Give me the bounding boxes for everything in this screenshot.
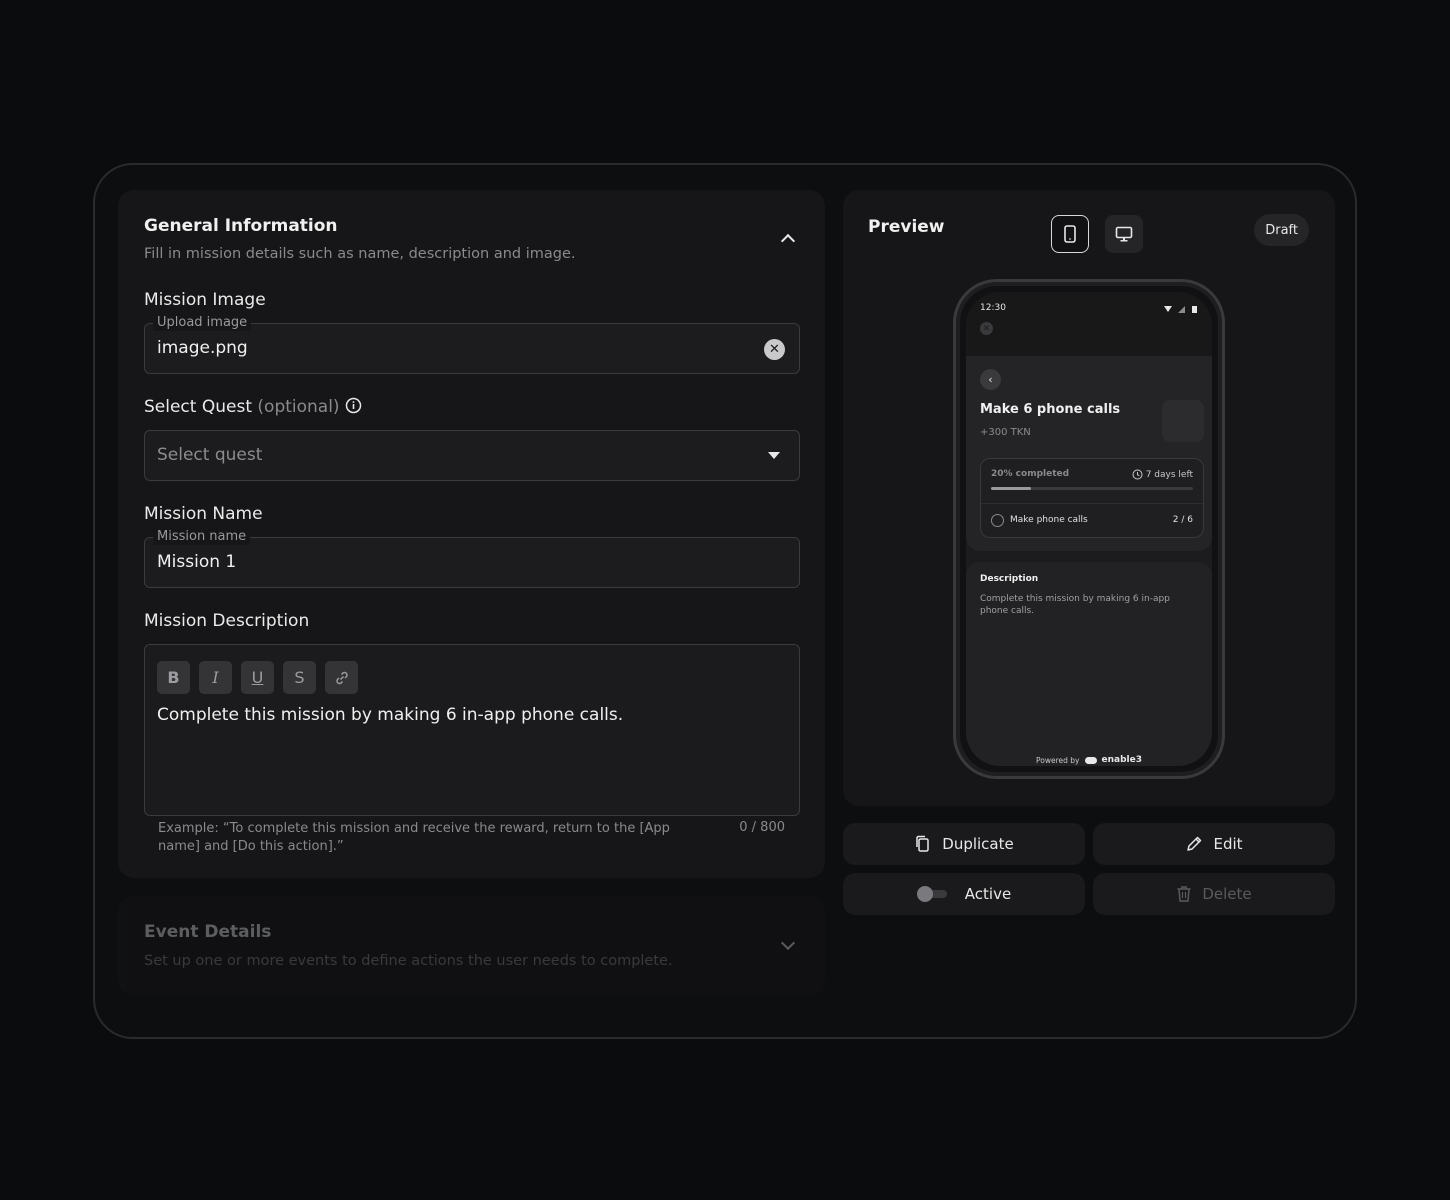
task-checkbox[interactable] (991, 514, 1004, 527)
event-details-title: Event Details (144, 922, 272, 942)
phone-mission-title: Make 6 phone calls (980, 402, 1121, 417)
phone-status-bar: 12:30 ✕ (966, 292, 1212, 356)
mission-thumbnail (1162, 400, 1204, 442)
bold-button[interactable]: B (157, 661, 190, 694)
section-subtitle: Fill in mission details such as name, de… (144, 246, 576, 262)
edit-label: Edit (1213, 835, 1243, 853)
description-editor[interactable]: B I U S Complete this mission by making … (144, 644, 800, 816)
duplicate-button[interactable]: Duplicate (843, 823, 1085, 865)
chevron-down-icon[interactable] (780, 935, 796, 951)
progress-label: 20% completed (991, 469, 1070, 479)
upload-image-value: image.png (157, 338, 248, 358)
pencil-icon (1187, 836, 1202, 851)
link-button[interactable] (325, 661, 358, 694)
delete-button[interactable]: Delete (1093, 873, 1335, 915)
active-toggle-button[interactable]: Active (843, 873, 1085, 915)
select-quest-label: Select Quest (optional) (144, 397, 362, 417)
close-icon[interactable]: ✕ (980, 322, 993, 335)
status-badge: Draft (1254, 214, 1309, 246)
brand-logo-icon (1084, 756, 1097, 764)
preview-panel: Preview Draft 12:30 ✕ ‹ Make 6 phone cal… (843, 190, 1335, 806)
mission-name-legend: Mission name (153, 529, 251, 545)
mobile-view-button[interactable] (1051, 215, 1089, 253)
edit-button[interactable]: Edit (1093, 823, 1335, 865)
phone-icon (1064, 225, 1076, 243)
active-label: Active (964, 885, 1012, 903)
phone-description-text: Complete this mission by making 6 in-app… (980, 594, 1170, 616)
days-left: 7 days left (1132, 469, 1193, 480)
mission-name-input[interactable]: Mission name Mission 1 (144, 529, 800, 588)
event-details-panel[interactable]: Event Details Set up one or more events … (118, 896, 825, 996)
caret-down-icon (768, 452, 780, 459)
event-details-subtitle: Set up one or more events to define acti… (144, 953, 673, 969)
chevron-up-icon[interactable] (780, 233, 796, 249)
general-information-panel: General Information Fill in mission deta… (118, 190, 825, 878)
phone-screen: 12:30 ✕ ‹ Make 6 phone calls +300 TKN 20… (966, 292, 1212, 766)
preview-title: Preview (868, 217, 945, 237)
select-quest-label-text: Select Quest (144, 397, 252, 417)
link-icon (335, 671, 348, 684)
mission-card: ‹ Make 6 phone calls +300 TKN 20% comple… (966, 356, 1212, 551)
trash-icon (1177, 886, 1191, 902)
underline-button[interactable]: U (241, 661, 274, 694)
phone-description-title: Description (980, 574, 1039, 584)
progress-track (991, 487, 1193, 490)
toggle-knob (916, 886, 933, 902)
description-hint: Example: “To complete this mission and r… (158, 821, 670, 854)
progress-fill (991, 487, 1032, 490)
task-label: Make phone calls (1010, 515, 1088, 525)
phone-reward: +300 TKN (980, 427, 1031, 438)
progress-card: 20% completed 7 days left Make phone cal… (980, 458, 1204, 538)
mission-image-label: Mission Image (144, 290, 266, 310)
days-left-text: 7 days left (1145, 469, 1193, 480)
phone-time: 12:30 (980, 303, 1006, 313)
phone-status-icons (1164, 306, 1197, 313)
back-icon[interactable]: ‹ (980, 369, 1001, 390)
description-text: Complete this mission by making 6 in-app… (157, 705, 624, 725)
strikethrough-button[interactable]: S (283, 661, 316, 694)
select-quest-placeholder: Select quest (157, 445, 263, 465)
duplicate-label: Duplicate (942, 835, 1014, 853)
mission-name-value: Mission 1 (157, 552, 237, 572)
info-icon[interactable] (345, 397, 362, 414)
brand-name: enable3 (1101, 755, 1142, 765)
character-count: 0 / 800 (739, 820, 785, 835)
mission-name-label: Mission Name (144, 504, 263, 524)
upload-image-field[interactable]: Upload image image.png ✕ (144, 315, 800, 374)
task-count: 2 / 6 (1172, 515, 1193, 525)
upload-image-legend: Upload image (153, 315, 252, 331)
optional-tag: (optional) (257, 397, 340, 417)
select-quest-dropdown[interactable]: Select quest (144, 430, 800, 481)
active-toggle[interactable] (916, 886, 947, 902)
description-card: Description Complete this mission by mak… (966, 562, 1212, 766)
section-title: General Information (144, 216, 338, 236)
monitor-icon (1115, 226, 1133, 242)
duplicate-icon (916, 835, 930, 852)
phone-mockup: 12:30 ✕ ‹ Make 6 phone calls +300 TKN 20… (953, 279, 1225, 779)
powered-by-text: Powered by (1036, 755, 1080, 765)
mission-description-label: Mission Description (144, 611, 310, 631)
delete-label: Delete (1202, 885, 1252, 903)
powered-by: Powered by enable3 (966, 755, 1212, 765)
clear-icon[interactable]: ✕ (764, 339, 785, 360)
desktop-view-button[interactable] (1105, 215, 1143, 253)
divider (981, 503, 1203, 504)
clock-icon (1132, 469, 1143, 480)
italic-button[interactable]: I (199, 661, 232, 694)
